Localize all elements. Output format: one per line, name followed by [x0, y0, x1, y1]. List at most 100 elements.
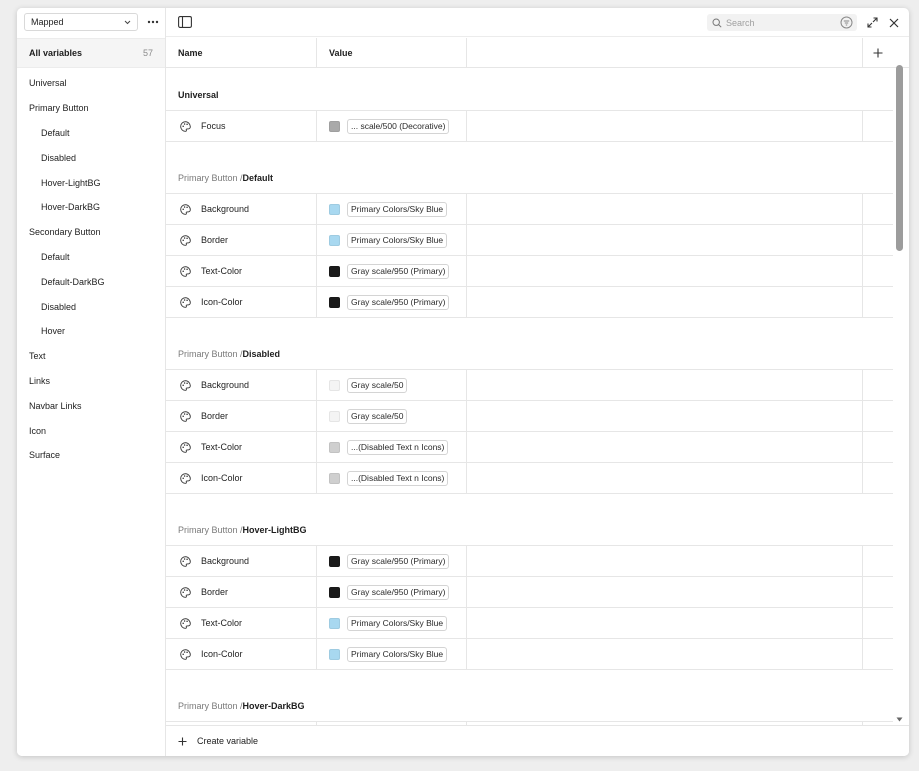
alias-pill[interactable]: ...(Disabled Text n Icons) [347, 470, 449, 486]
alias-pill[interactable]: Gray scale/950 (Primary) [347, 553, 450, 569]
expand-button[interactable] [865, 15, 880, 30]
sidebar-group-item[interactable]: Links [17, 369, 165, 394]
alias-pill[interactable]: Gray scale/50 [347, 377, 408, 393]
all-variables-label: All variables [29, 48, 83, 58]
group-name: Disabled [242, 349, 281, 359]
variable-name-cell[interactable]: Text-Color [166, 256, 317, 286]
variable-value-cell[interactable]: ...(Disabled Text n Icons) [317, 432, 467, 462]
more-horizontal-icon [147, 20, 159, 24]
variable-name-cell[interactable]: Background [166, 370, 317, 400]
variable-name-cell[interactable]: Border [166, 225, 317, 255]
table-row[interactable]: Border Primary Colors/Sky Blue [166, 225, 893, 256]
column-header-name: Name [166, 37, 317, 68]
variable-name-cell[interactable]: Text-Color [166, 432, 317, 462]
alias-pill[interactable]: Primary Colors/Sky Blue [347, 615, 448, 631]
variable-name-cell[interactable]: Border [166, 577, 317, 607]
table-row[interactable]: Text-Color Primary Colors/Sky Blue [166, 608, 893, 639]
add-mode-button[interactable] [863, 38, 893, 68]
table-row[interactable]: Background Gray scale/950 (Primary) [166, 546, 893, 577]
group-section-header: Primary Button / Disabled [166, 328, 893, 370]
sidebar-group-item[interactable]: Text [17, 344, 165, 369]
variable-name-cell[interactable]: Icon-Color [166, 463, 317, 493]
alias-pill[interactable]: Primary Colors/Sky Blue [347, 201, 448, 217]
variable-value-cell[interactable]: Primary Colors/Sky Blue [317, 194, 467, 224]
scroll-down-arrow-icon[interactable] [895, 715, 904, 724]
variable-name: Focus [201, 121, 226, 131]
variable-value-cell[interactable]: Gray scale/950 (Primary) [317, 287, 467, 317]
empty-cell [467, 225, 863, 255]
table-row[interactable]: Background Primary Colors/Sky Blue [166, 194, 893, 225]
sidebar-group-item[interactable]: Default [17, 245, 165, 270]
sidebar-group-item[interactable]: Disabled [17, 145, 165, 170]
alias-pill[interactable]: Gray scale/950 (Primary) [347, 584, 450, 600]
sidebar-group-item[interactable]: Primary Button [17, 96, 165, 121]
table-row[interactable]: Text-Color Gray scale/950 (Primary) [166, 256, 893, 287]
alias-pill[interactable]: Primary Colors/Sky Blue [347, 646, 448, 662]
sidebar-group-item[interactable]: Icon [17, 418, 165, 443]
table-row[interactable]: Border Gray scale/50 [166, 401, 893, 432]
chevron-down-icon [123, 18, 131, 26]
table-row[interactable]: Text-Color ...(Disabled Text n Icons) [166, 432, 893, 463]
more-options-button[interactable] [145, 14, 161, 30]
search-input[interactable] [726, 17, 838, 28]
sidebar-group-item[interactable]: Navbar Links [17, 393, 165, 418]
variable-value-cell[interactable]: Gray scale/950 (Primary) [317, 256, 467, 286]
alias-pill[interactable]: ...(Disabled Text n Icons) [347, 439, 449, 455]
alias-pill[interactable]: Gray scale/950 (Primary) [347, 263, 450, 279]
group-list: Universal Primary Button Default Disabled Ho… [17, 71, 165, 468]
group-path: Primary Button / [178, 525, 243, 535]
alias-pill[interactable]: Gray scale/50 [347, 408, 408, 424]
variable-name-cell[interactable]: Border [166, 401, 317, 431]
sidebar-group-item[interactable]: Default-DarkBG [17, 269, 165, 294]
all-variables-item[interactable]: All variables 57 [17, 38, 165, 68]
variable-value-cell[interactable]: Primary Colors/Sky Blue [317, 639, 467, 669]
group-name: Default [242, 173, 274, 183]
color-swatch [329, 648, 340, 660]
table-row[interactable]: Icon-Color Primary Colors/Sky Blue [166, 639, 893, 670]
table-row[interactable]: Focus ... scale/500 (Decorative) [166, 111, 893, 142]
variable-name-cell[interactable]: Focus [166, 111, 317, 141]
table-row[interactable]: Icon-Color Gray scale/950 (Primary) [166, 287, 893, 318]
table-row[interactable]: Background Gray scale/50 [166, 370, 893, 401]
column-header-value: Value [317, 37, 467, 68]
variable-value-cell[interactable]: Gray scale/50 [317, 370, 467, 400]
group-section-header: Primary Button / Default [166, 152, 893, 194]
variable-value-cell[interactable]: ...(Disabled Text n Icons) [317, 463, 467, 493]
create-variable-button[interactable]: Create variable [166, 725, 909, 756]
variable-value-cell[interactable]: Primary Colors/Sky Blue [317, 225, 467, 255]
sidebar-group-item[interactable]: Default [17, 121, 165, 146]
vertical-scrollbar[interactable] [894, 55, 904, 725]
sidebar-toggle-icon[interactable] [178, 16, 192, 28]
scrollbar-thumb[interactable] [896, 65, 903, 251]
sidebar-group-item[interactable]: Hover-DarkBG [17, 195, 165, 220]
table-row[interactable]: Border Gray scale/950 (Primary) [166, 577, 893, 608]
sidebar-group-item[interactable]: Surface [17, 443, 165, 468]
color-variable-icon [180, 234, 191, 246]
close-button[interactable] [886, 15, 901, 30]
table-row[interactable]: Icon-Color ...(Disabled Text n Icons) [166, 463, 893, 494]
variable-value-cell[interactable]: ... scale/500 (Decorative) [317, 111, 467, 141]
empty-cell [467, 639, 863, 669]
search-box[interactable] [707, 14, 857, 31]
alias-pill[interactable]: Primary Colors/Sky Blue [347, 232, 448, 248]
variable-name-cell[interactable]: Icon-Color [166, 639, 317, 669]
variable-value-cell[interactable]: Gray scale/950 (Primary) [317, 546, 467, 576]
sidebar-group-item[interactable]: Hover [17, 319, 165, 344]
variable-name-cell[interactable]: Icon-Color [166, 287, 317, 317]
alias-pill[interactable]: ... scale/500 (Decorative) [347, 118, 450, 134]
alias-pill[interactable]: Gray scale/950 (Primary) [347, 294, 450, 310]
sidebar-group-item[interactable]: Hover-LightBG [17, 170, 165, 195]
mode-select[interactable]: Mapped [24, 13, 138, 31]
variable-value-cell[interactable]: Primary Colors/Sky Blue [317, 608, 467, 638]
sidebar-group-item[interactable]: Universal [17, 71, 165, 96]
variable-name-cell[interactable]: Background [166, 194, 317, 224]
filter-icon[interactable] [840, 16, 853, 29]
color-variable-icon [180, 472, 191, 484]
sidebar-group-item[interactable]: Secondary Button [17, 220, 165, 245]
variable-name-cell[interactable]: Background [166, 546, 317, 576]
create-variable-label: Create variable [197, 736, 259, 746]
variable-value-cell[interactable]: Gray scale/50 [317, 401, 467, 431]
variable-name-cell[interactable]: Text-Color [166, 608, 317, 638]
variable-value-cell[interactable]: Gray scale/950 (Primary) [317, 577, 467, 607]
sidebar-group-item[interactable]: Disabled [17, 294, 165, 319]
